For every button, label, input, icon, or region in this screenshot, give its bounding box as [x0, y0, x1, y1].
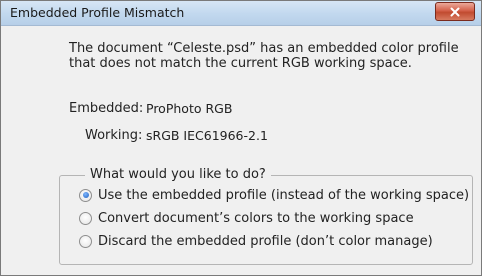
option-use-embedded-profile[interactable]: Use the embedded profile (instead of the…	[79, 186, 469, 204]
dialog-title: Embedded Profile Mismatch	[10, 5, 185, 20]
option-label: Discard the embedded profile (don’t colo…	[98, 233, 433, 249]
close-button[interactable]	[435, 2, 475, 21]
title-bar[interactable]: Embedded Profile Mismatch	[1, 1, 481, 26]
mismatch-message: The document “Celeste.psd” has an embedd…	[69, 41, 459, 71]
embedded-profile-value: ProPhoto RGB	[146, 101, 233, 116]
option-label: Use the embedded profile (instead of the…	[98, 187, 470, 203]
option-discard-embedded-profile[interactable]: Discard the embedded profile (don’t colo…	[79, 232, 433, 250]
working-space-value: sRGB IEC61966-2.1	[146, 128, 268, 143]
option-convert-to-working-space[interactable]: Convert document’s colors to the working…	[79, 209, 414, 227]
radio-button-icon[interactable]	[79, 188, 92, 202]
embedded-label: Embedded:	[69, 101, 144, 116]
group-legend: What would you like to do?	[85, 167, 271, 182]
radio-button-icon[interactable]	[79, 211, 92, 225]
embedded-profile-mismatch-dialog: Embedded Profile Mismatch The document “…	[0, 0, 482, 276]
close-x-icon	[450, 7, 460, 17]
radio-button-icon[interactable]	[79, 234, 92, 248]
working-label: Working:	[85, 128, 143, 143]
option-label: Convert document’s colors to the working…	[98, 210, 414, 226]
